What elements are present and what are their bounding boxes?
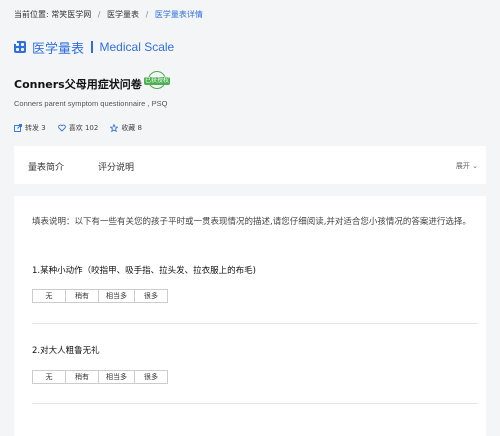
option-none[interactable]: 无 [32,289,66,303]
breadcrumb-prefix: 当前位置: [14,10,49,19]
like-button[interactable]: 喜欢 102 [57,123,99,133]
question-text: 2.对大人粗鲁无礼 [32,346,100,356]
expand-button[interactable]: 展开 ⌄ [456,161,478,171]
option-group: 无 稍有 相当多 很多 [32,370,168,384]
breadcrumb-current: 医学量表详情 [154,10,203,19]
favorite-label: 收藏 [121,124,136,132]
share-count: 3 [41,124,46,132]
heart-icon [57,124,66,132]
favorite-button[interactable]: 收藏 8 [109,123,143,133]
star-icon [109,123,119,133]
option-very-much[interactable]: 很多 [134,289,168,303]
like-count: 102 [84,124,99,132]
tab-intro[interactable]: 量表简介 [28,160,64,173]
option-considerable[interactable]: 相当多 [98,289,135,303]
share-button[interactable]: 转发 3 [14,123,46,133]
instructions-text: 填表说明：以下有一些有关您的孩子平时或一贯表现情况的描述,请您仔细阅读,并对适合… [32,217,471,227]
expand-label: 展开 [455,162,470,170]
page-title: Conners父母用症状问卷 [14,78,142,91]
chevron-down-icon: ⌄ [472,162,478,170]
questionnaire-card: 填表说明：以下有一些有关您的孩子平时或一贯表现情况的描述,请您仔细阅读,并对适合… [14,196,486,436]
section-title-zh: 医学量表 [32,41,85,57]
action-bar: 转发 3 喜欢 102 收藏 8 [14,123,154,133]
question-text: 1.某种小动作（咬指甲、吸手指、拉头发、拉衣服上的布毛) [32,266,256,276]
tabs-card: 量表简介 评分说明 展开 ⌄ [14,146,486,184]
breadcrumb-section-link[interactable]: 医学量表 [107,10,139,19]
badge-label: 已获授权 [144,77,170,85]
option-none[interactable]: 无 [32,370,66,384]
share-icon [14,124,22,132]
favorite-count: 8 [137,124,143,132]
breadcrumb: 当前位置: 常笑医学网 / 医学量表 / 医学量表详情 [14,9,203,20]
option-very-much[interactable]: 很多 [134,370,168,384]
grid-icon [14,41,26,53]
option-slight[interactable]: 稍有 [65,289,99,303]
breadcrumb-home-link[interactable]: 常笑医学网 [51,10,91,19]
title-divider [91,41,93,53]
option-group: 无 稍有 相当多 很多 [32,289,168,303]
like-label: 喜欢 [68,124,83,132]
share-label: 转发 [25,124,39,132]
section-title-en: Medical Scale [99,40,175,54]
tab-scoring[interactable]: 评分说明 [98,160,134,173]
section-title: 医学量表 Medical Scale [14,38,175,57]
breadcrumb-separator: / [145,10,149,19]
option-slight[interactable]: 稍有 [65,370,99,384]
breadcrumb-separator: / [97,10,101,19]
option-considerable[interactable]: 相当多 [98,370,135,384]
scale-subtitle: Conners parent symptom questionnaire , P… [14,99,168,108]
divider [32,403,478,404]
divider [32,323,478,324]
authorized-badge: 已获授权 [144,71,170,91]
